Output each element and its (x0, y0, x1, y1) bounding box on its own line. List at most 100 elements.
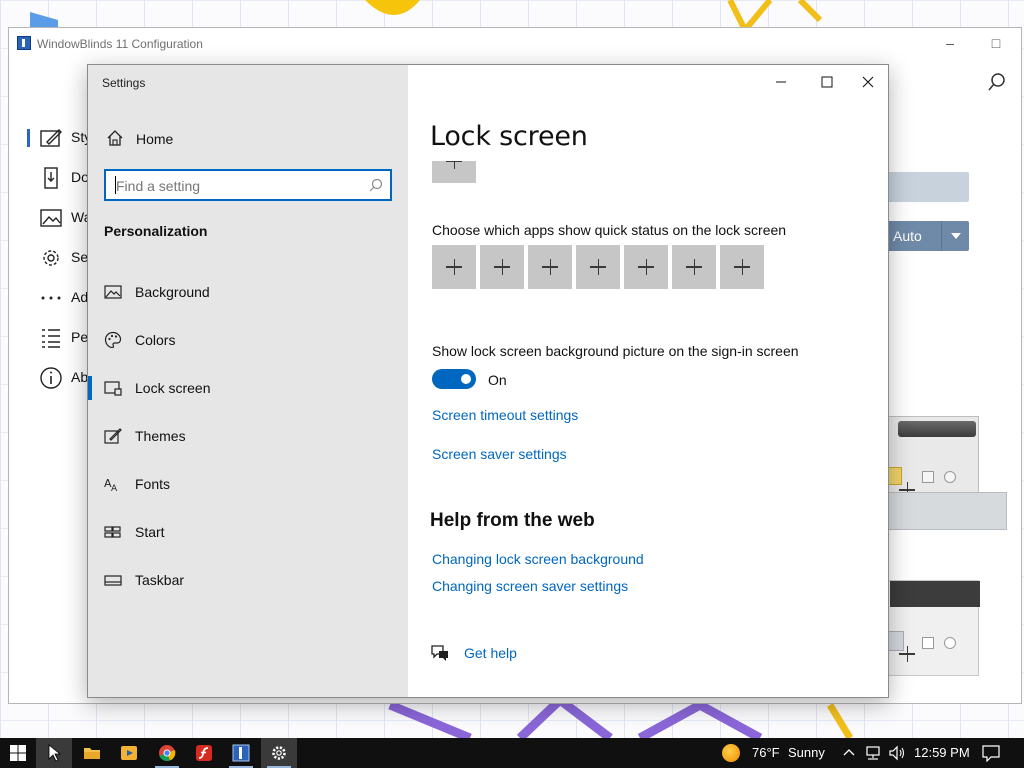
signin-background-toggle[interactable] (432, 369, 476, 389)
lock-screen-icon (104, 381, 122, 396)
taskbar: 76°F Sunny 12:59 PM (0, 738, 1024, 768)
windowblinds-window-title: WindowBlinds 11 Configuration (37, 37, 203, 51)
network-icon[interactable] (864, 745, 882, 761)
wb-nav-item-styles[interactable]: Sty (9, 120, 91, 156)
get-help-chat-icon (431, 645, 448, 661)
wb-nav-label: Pe (71, 329, 89, 345)
file-explorer-icon (84, 748, 100, 759)
page-title: Lock screen (430, 121, 588, 152)
screen-saver-settings-link[interactable]: Screen saver settings (432, 446, 567, 462)
maximize-button[interactable]: □ (981, 33, 1011, 53)
wb-nav-item-settings[interactable]: Se (9, 240, 89, 276)
minimize-button[interactable] (758, 69, 804, 95)
windowblinds-icon (232, 744, 250, 762)
wb-nav-item-download[interactable]: Do (9, 160, 89, 196)
nav-item-themes[interactable]: Themes (88, 415, 408, 455)
chevron-down-icon (941, 221, 969, 251)
settings-window-title: Settings (102, 76, 146, 90)
find-setting-input[interactable]: Find a setting (104, 169, 392, 201)
add-quick-status-app-button[interactable] (432, 245, 476, 289)
wb-auto-label: Auto (893, 228, 922, 244)
cursor-icon (48, 744, 62, 762)
start-button[interactable] (0, 738, 36, 768)
weather-temperature[interactable]: 76°F (752, 738, 780, 768)
quick-status-label: Choose which apps show quick status on t… (432, 222, 787, 238)
svg-text:A: A (111, 484, 118, 493)
weather-condition[interactable]: Sunny (788, 738, 825, 768)
wb-nav-item-about[interactable]: Ab (9, 360, 89, 396)
nav-item-lock-screen[interactable]: Lock screen (88, 367, 408, 407)
screen-timeout-settings-link[interactable]: Screen timeout settings (432, 407, 578, 423)
wb-nav-item-wallpaper[interactable]: Wa (9, 200, 91, 236)
media-player-button[interactable] (111, 738, 147, 768)
volume-icon[interactable] (888, 745, 906, 761)
chrome-button[interactable] (149, 738, 185, 768)
performance-list-icon (42, 329, 60, 348)
get-help-link[interactable]: Get help (464, 645, 517, 661)
windowblinds-taskbar-button[interactable] (223, 738, 259, 768)
wb-nav-label: Se (71, 249, 89, 265)
preview-checkbox (922, 637, 934, 649)
nav-item-label: Lock screen (135, 380, 211, 396)
preview-titlebar (898, 421, 976, 437)
start-icon (10, 745, 26, 761)
nav-item-background[interactable]: Background (88, 271, 408, 311)
help-link-lock-screen-background[interactable]: Changing lock screen background (432, 551, 644, 567)
settings-taskbar-button[interactable] (261, 738, 297, 768)
selection-indicator (88, 376, 92, 400)
taskbar-cursor-button[interactable] (36, 738, 72, 768)
signin-background-label: Show lock screen background picture on t… (432, 343, 799, 359)
nav-item-label: Colors (135, 332, 176, 348)
add-quick-status-app-button[interactable] (672, 245, 716, 289)
search-placeholder: Find a setting (116, 178, 201, 194)
nav-item-label: Fonts (135, 476, 171, 492)
search-icon[interactable] (987, 72, 1007, 92)
add-quick-status-app-button[interactable] (624, 245, 668, 289)
help-link-screen-saver[interactable]: Changing screen saver settings (432, 578, 628, 594)
home-label: Home (136, 131, 174, 147)
flash-icon (196, 745, 212, 761)
search-icon (369, 178, 383, 192)
chevron-up-icon[interactable] (842, 746, 856, 760)
nav-item-label: Start (135, 524, 165, 540)
wb-nav-item-advanced[interactable]: Ad (9, 280, 89, 316)
add-quick-status-app-button[interactable] (480, 245, 524, 289)
themes-brush-icon (104, 428, 122, 444)
wb-auto-dropdown[interactable]: Auto (881, 221, 969, 251)
maximize-button[interactable] (804, 69, 850, 95)
preview-radio (944, 471, 956, 483)
media-player-icon (121, 746, 137, 760)
clock[interactable]: 12:59 PM (914, 738, 970, 768)
lock-screen-page: Lock screen Choose which apps show quick… (408, 65, 888, 697)
file-explorer-button[interactable] (74, 738, 110, 768)
nav-item-taskbar[interactable]: Taskbar (88, 559, 408, 599)
preview-titlebar (890, 581, 980, 607)
wb-style-preview-bar (881, 492, 1007, 530)
nav-item-colors[interactable]: Colors (88, 319, 408, 359)
text-caret (115, 176, 116, 194)
notifications-icon[interactable] (982, 745, 1000, 762)
chrome-icon (159, 745, 176, 762)
partially-scrolled-app-slot[interactable] (432, 161, 476, 183)
selection-indicator (27, 129, 30, 147)
flash-button[interactable] (186, 738, 222, 768)
settings-window[interactable]: Settings Home Find a setting Personaliza… (87, 64, 889, 698)
preview-radio (944, 637, 956, 649)
settings-gear-icon (43, 250, 59, 266)
wb-style-combo[interactable] (881, 172, 969, 202)
wb-nav-item-performance[interactable]: Pe (9, 320, 89, 356)
picture-icon (104, 285, 122, 299)
add-quick-status-app-button[interactable] (720, 245, 764, 289)
home-link[interactable]: Home (88, 125, 408, 153)
add-quick-status-app-button[interactable] (576, 245, 620, 289)
add-app-tile (432, 161, 476, 183)
styles-icon (40, 129, 62, 147)
weather-sun-icon (722, 744, 740, 762)
nav-item-fonts[interactable]: AA Fonts (88, 463, 408, 503)
add-quick-status-app-button[interactable] (528, 245, 572, 289)
close-button[interactable] (850, 69, 886, 95)
download-icon (44, 167, 58, 189)
minimize-button[interactable]: – (935, 33, 965, 53)
nav-item-start[interactable]: Start (88, 511, 408, 551)
settings-gear-icon (272, 746, 286, 760)
